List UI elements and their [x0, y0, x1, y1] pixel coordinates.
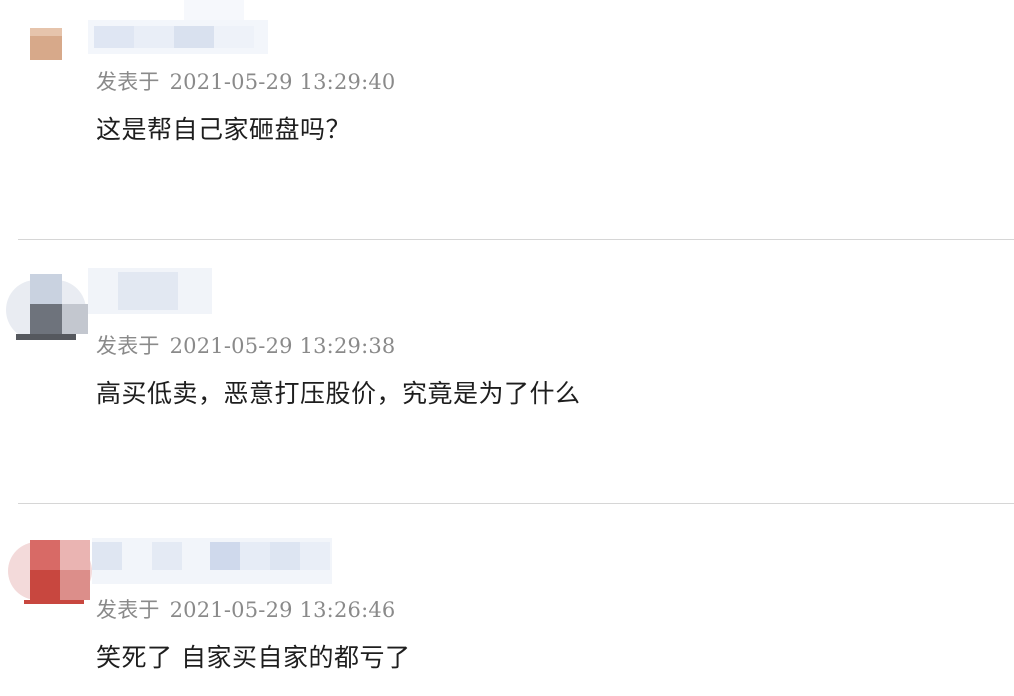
username-blurred[interactable] — [88, 268, 212, 314]
comment-list: 发表于 2021-05-29 13:29:40 这是帮自己家砸盘吗？ 发表于 202… — [0, 0, 1014, 696]
comment-meta: 发表于 2021-05-29 13:26:46 — [96, 594, 395, 624]
posted-label: 发表于 — [96, 598, 160, 622]
comment-item: 发表于 2021-05-29 13:29:40 这是帮自己家砸盘吗？ — [0, 0, 1014, 240]
comment-meta: 发表于 2021-05-29 13:29:40 — [96, 66, 395, 96]
comment-text: 高买低卖，恶意打压股价，究竟是为了什么 — [96, 379, 581, 408]
comment-timestamp: 2021-05-29 13:29:40 — [169, 70, 396, 94]
avatar[interactable] — [30, 28, 62, 60]
username-blurred[interactable] — [92, 538, 332, 584]
comment-meta: 发表于 2021-05-29 13:29:38 — [96, 330, 395, 360]
comment-text: 笑死了 自家买自家的都亏了 — [96, 643, 411, 672]
avatar[interactable] — [6, 270, 88, 342]
comment-item: 发表于 2021-05-29 13:29:38 高买低卖，恶意打压股价，究竟是为了… — [0, 240, 1014, 503]
comment-item: 发表于 2021-05-29 13:26:46 笑死了 自家买自家的都亏了 — [0, 504, 1014, 696]
username-blurred[interactable] — [88, 0, 268, 56]
comment-text: 这是帮自己家砸盘吗？ — [96, 115, 352, 144]
comment-timestamp: 2021-05-29 13:29:38 — [169, 334, 396, 358]
posted-label: 发表于 — [96, 334, 160, 358]
comment-timestamp: 2021-05-29 13:26:46 — [169, 598, 396, 622]
avatar[interactable] — [8, 538, 92, 604]
posted-label: 发表于 — [96, 70, 160, 94]
